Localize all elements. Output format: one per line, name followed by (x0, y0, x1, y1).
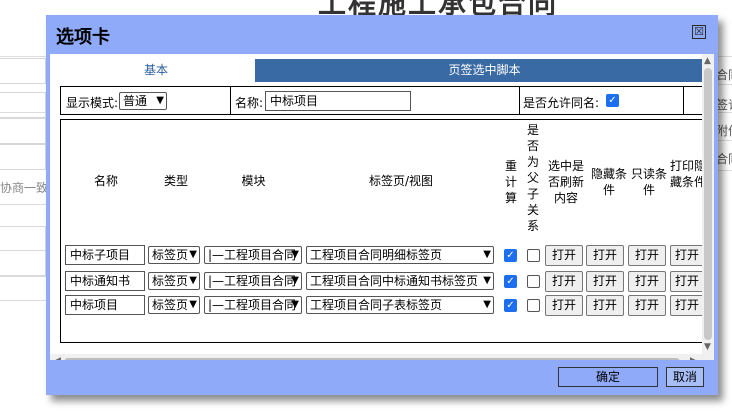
column-header-name: 名称 (93, 174, 118, 188)
chevron-down-icon: ▼ (483, 275, 491, 286)
close-icon[interactable]: ☒ (692, 25, 706, 39)
column-header-type: 类型 (163, 174, 188, 188)
background-field[interactable] (0, 226, 46, 252)
hide-open-button[interactable]: 打开 (586, 245, 624, 266)
row-module-select[interactable]: |—工程项目合同 ▼ (204, 246, 302, 264)
divider (0, 276, 46, 277)
column-header-refresh: 选中是否刷新内容 (547, 159, 584, 205)
readonly-open-button[interactable]: 打开 (628, 245, 666, 266)
print-open-button[interactable]: 打开 (670, 245, 704, 266)
print-open-button[interactable]: 打开 (670, 295, 704, 316)
refresh-open-button[interactable]: 打开 (545, 295, 583, 316)
hide-open-button[interactable]: 打开 (586, 271, 624, 292)
name-label: 名称: (235, 96, 264, 110)
background-text: 合同 (716, 152, 732, 166)
scroll-right-icon[interactable]: ▶ (690, 356, 697, 360)
row-type-select[interactable]: 标签页 ▼ (148, 246, 200, 264)
display-mode-label: 显示模式: (66, 96, 119, 110)
refresh-open-button[interactable]: 打开 (545, 271, 583, 292)
name-input[interactable]: 中标项目 (265, 91, 411, 111)
row-tab-view-select[interactable]: 工程项目合同明细标签页 ▼ (306, 246, 494, 264)
background-field[interactable] (0, 92, 46, 118)
dialog-title: 选项卡 (56, 27, 110, 48)
column-header-module: 模块 (241, 174, 266, 188)
scroll-left-icon[interactable]: ◀ (54, 356, 61, 360)
column-header-print-hide: 打印隐藏条件 (670, 159, 706, 189)
readonly-open-button[interactable]: 打开 (628, 295, 666, 316)
background-field[interactable] (0, 58, 46, 84)
dialog-content: 基本 页签选中脚本 显示模式: 普通 ▼ 名称: 中标项目 是否允许同名: ✓ 名… (50, 54, 714, 360)
tab-options-dialog: 选项卡 ☒ 基本 页签选中脚本 显示模式: 普通 ▼ 名称: 中标项目 是否允许同… (46, 15, 718, 395)
chevron-down-icon: ▼ (189, 299, 197, 310)
tab-select-script[interactable]: 页签选中脚本 (255, 59, 714, 82)
vertical-scrollbar[interactable]: ▲ ▼ (702, 54, 714, 354)
chevron-down-icon: ▼ (189, 275, 197, 286)
row-recalc-checkbox[interactable]: ✓ (504, 275, 517, 288)
background-text: 签订 (716, 98, 732, 112)
column-header-tab-view: 标签页/视图 (368, 174, 434, 188)
row-tab-view-select[interactable]: 工程项目合同子表标签页 ▼ (306, 296, 494, 314)
background-field[interactable] (0, 250, 46, 276)
scroll-down-icon[interactable]: ▼ (704, 342, 711, 352)
hide-open-button[interactable]: 打开 (586, 295, 624, 316)
row-recalc-checkbox[interactable]: ✓ (504, 299, 517, 312)
scroll-up-icon[interactable]: ▲ (704, 56, 711, 66)
chevron-down-icon: ▼ (291, 249, 299, 260)
background-field[interactable] (0, 144, 46, 170)
options-row: 显示模式: 普通 ▼ 名称: 中标项目 是否允许同名: ✓ (60, 86, 712, 115)
display-mode-select[interactable]: 普通 ▼ (119, 92, 167, 110)
refresh-open-button[interactable]: 打开 (545, 245, 583, 266)
chevron-down-icon: ▼ (291, 275, 299, 286)
column-header-hide-condition: 隐藏条件 (590, 167, 627, 197)
row-module-select[interactable]: |—工程项目合同 ▼ (204, 272, 302, 290)
row-parent-child-checkbox[interactable] (527, 299, 540, 312)
divider (0, 204, 46, 205)
divider (0, 112, 46, 113)
tab-grid: 名称 类型 模块 标签页/视图 重计算 是否为父子关系 选中是否刷新内容 隐藏条… (60, 119, 712, 343)
background-text: 合同 (716, 68, 732, 82)
chevron-down-icon: ▼ (291, 299, 299, 310)
divider (230, 87, 231, 114)
column-header-recalc: 重计算 (504, 159, 517, 205)
row-name-input[interactable]: 中标项目 (65, 295, 145, 315)
chevron-down-icon: ▼ (156, 95, 164, 106)
print-open-button[interactable]: 打开 (670, 271, 704, 292)
column-header-parent-child: 是否为父子关系 (526, 123, 539, 233)
horizontal-scrollbar[interactable]: ◀ ▶ (50, 354, 714, 360)
row-type-select[interactable]: 标签页 ▼ (148, 296, 200, 314)
scroll-thumb[interactable] (704, 68, 712, 340)
background-text: 协商一致 (0, 181, 49, 195)
background-field[interactable] (0, 118, 46, 144)
ok-button[interactable]: 确定 (558, 367, 658, 387)
allow-duplicate-checkbox[interactable]: ✓ (606, 94, 619, 107)
chevron-down-icon: ▼ (483, 249, 491, 260)
row-name-input[interactable]: 中标通知书 (65, 271, 145, 291)
divider (519, 87, 520, 114)
column-header-readonly-condition: 只读条件 (631, 167, 667, 197)
readonly-open-button[interactable]: 打开 (628, 271, 666, 292)
row-module-select[interactable]: |—工程项目合同 ▼ (204, 296, 302, 314)
row-name-input[interactable]: 中标子项目 (65, 245, 145, 265)
cancel-button[interactable]: 取消 (666, 367, 704, 387)
background-text: 附件 (716, 124, 732, 138)
chevron-down-icon: ▼ (483, 299, 491, 310)
row-parent-child-checkbox[interactable] (527, 275, 540, 288)
divider (683, 87, 684, 114)
row-tab-view-select[interactable]: 工程项目合同中标通知书标签页 ▼ (306, 272, 494, 290)
tab-basic[interactable]: 基本 (58, 59, 254, 82)
scroll-thumb[interactable] (64, 358, 680, 360)
allow-duplicate-label: 是否允许同名: (523, 96, 600, 110)
row-parent-child-checkbox[interactable] (527, 249, 540, 262)
chevron-down-icon: ▼ (189, 249, 197, 260)
row-recalc-checkbox[interactable]: ✓ (504, 249, 517, 262)
row-type-select[interactable]: 标签页 ▼ (148, 272, 200, 290)
divider (0, 300, 46, 301)
